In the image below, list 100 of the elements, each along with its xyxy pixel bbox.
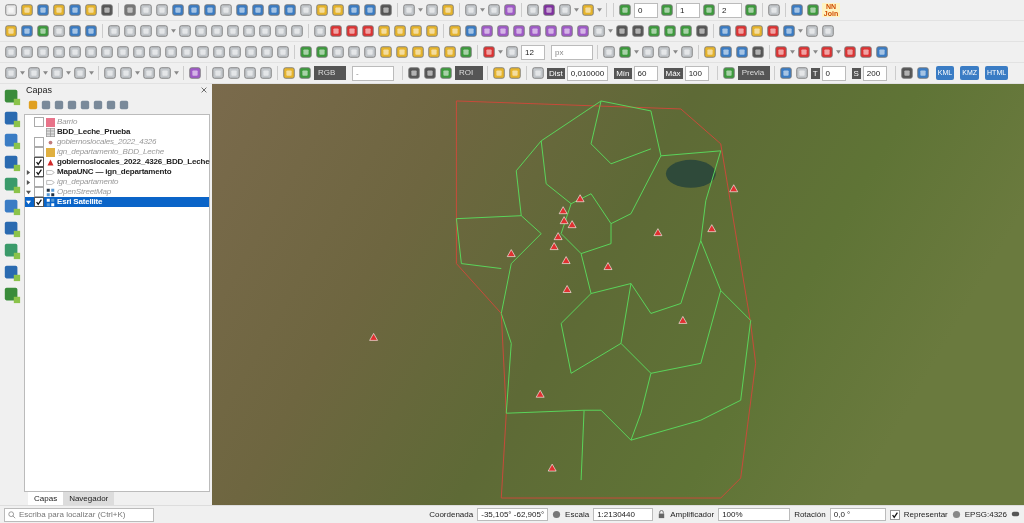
caret-icon[interactable] [813, 50, 818, 54]
render-checkbox[interactable] [889, 509, 900, 520]
tool-icon[interactable] [347, 3, 361, 17]
tool-icon[interactable] [647, 24, 661, 38]
tool-icon[interactable] [299, 45, 313, 59]
tool-icon[interactable] [84, 24, 98, 38]
dropdown[interactable]: px [551, 44, 593, 60]
tool-icon[interactable] [235, 3, 249, 17]
tool-icon[interactable] [482, 45, 496, 59]
tool-icon[interactable] [439, 66, 453, 80]
tool-icon[interactable] [423, 66, 437, 80]
tool-icon[interactable] [721, 66, 736, 80]
tool-icon[interactable] [267, 3, 281, 17]
spin-box[interactable]: 0,010000 [566, 65, 609, 81]
caret-icon[interactable] [135, 71, 140, 75]
add-layer-icon[interactable] [3, 220, 21, 238]
tool-icon[interactable] [695, 24, 709, 38]
tool-icon[interactable] [379, 3, 393, 17]
tool-icon[interactable] [123, 3, 137, 17]
tool-icon[interactable] [188, 66, 202, 80]
tool-icon[interactable] [774, 45, 788, 59]
tool-icon[interactable] [298, 66, 312, 80]
panel-tab[interactable]: Capas [28, 492, 64, 505]
tool-icon[interactable] [734, 24, 748, 38]
caret-icon[interactable] [790, 50, 795, 54]
coordinate-field[interactable]: -35,105° -62,905° [477, 508, 549, 521]
close-icon[interactable] [200, 86, 208, 94]
tool-icon[interactable] [915, 66, 930, 80]
tool-icon[interactable] [36, 3, 50, 17]
spin-box[interactable]: 1 [676, 2, 700, 18]
tool-icon[interactable] [329, 24, 343, 38]
tool-icon[interactable] [778, 66, 793, 80]
add-layer-icon[interactable] [3, 198, 21, 216]
crs-button[interactable]: EPSG:4326 [964, 510, 1007, 519]
tool-icon[interactable] [187, 3, 201, 17]
caret-icon[interactable] [798, 29, 803, 33]
tool-icon[interactable] [702, 3, 716, 17]
caret-icon[interactable] [171, 29, 176, 33]
tool-icon[interactable] [544, 24, 558, 38]
text-field[interactable]: ROI [455, 66, 483, 80]
add-layer-icon[interactable] [3, 110, 21, 128]
visibility-checkbox[interactable] [34, 137, 44, 147]
tool-icon[interactable] [797, 45, 811, 59]
caret-icon[interactable] [597, 8, 602, 12]
caret-icon[interactable] [43, 71, 48, 75]
tool-icon[interactable] [875, 45, 889, 59]
tool-icon[interactable] [618, 3, 632, 17]
caret-icon[interactable] [174, 71, 179, 75]
tool-icon[interactable] [859, 45, 873, 59]
spin-box[interactable]: 200 [862, 65, 887, 81]
tool-icon[interactable] [361, 24, 375, 38]
add-layer-icon[interactable] [3, 286, 21, 304]
tool-icon[interactable] [315, 45, 329, 59]
tool-icon[interactable] [820, 45, 834, 59]
lock-icon[interactable] [657, 510, 667, 519]
tool-icon[interactable] [542, 3, 556, 17]
tool-icon[interactable] [660, 3, 674, 17]
visibility-checkbox[interactable] [34, 177, 44, 187]
tool-icon[interactable] [899, 66, 914, 80]
dropdown[interactable]: Previa [737, 66, 770, 80]
tool-icon[interactable] [679, 24, 693, 38]
tool-icon[interactable] [718, 24, 732, 38]
locator-search-field[interactable]: Escriba para localizar (Ctrl+K) [4, 507, 154, 522]
tool-icon[interactable] [843, 45, 857, 59]
tool-icon[interactable] [503, 3, 517, 17]
tool-icon[interactable] [20, 24, 34, 38]
dropdown[interactable]: - [352, 65, 394, 81]
spin-box[interactable]: 100 [684, 65, 709, 81]
tool-icon[interactable] [203, 3, 217, 17]
caret-icon[interactable] [498, 50, 503, 54]
spin-box[interactable]: 0 [821, 65, 846, 81]
spin-box[interactable]: 0 [634, 2, 658, 18]
add-layer-icon[interactable] [3, 154, 21, 172]
tool-icon[interactable] [806, 3, 820, 17]
tool-icon[interactable] [528, 24, 542, 38]
tool-icon[interactable] [615, 24, 629, 38]
visibility-checkbox[interactable] [34, 187, 44, 197]
caret-icon[interactable] [634, 50, 639, 54]
add-layer-icon[interactable] [3, 242, 21, 260]
tool-icon[interactable] [751, 45, 765, 59]
layer-row[interactable]: BDD_Leche_Prueba [25, 127, 209, 137]
caret-icon[interactable] [608, 29, 613, 33]
add-layer-icon[interactable] [3, 176, 21, 194]
tool-icon[interactable] [576, 24, 590, 38]
tool-icon[interactable] [464, 24, 478, 38]
tool-icon[interactable] [36, 24, 50, 38]
caret-icon[interactable] [574, 8, 579, 12]
visibility-checkbox[interactable] [34, 117, 44, 127]
caret-icon[interactable] [20, 71, 25, 75]
collapse-arrow-icon[interactable] [26, 189, 31, 195]
tool-icon[interactable] [631, 24, 645, 38]
tool-icon[interactable] [618, 45, 632, 59]
tool-icon[interactable] [790, 3, 804, 17]
layer-row[interactable]: gobiernoslocales_2022_4326_BDD_Leche [25, 157, 209, 167]
spin-box[interactable]: 2 [718, 2, 742, 18]
visibility-checkbox[interactable] [34, 197, 44, 207]
panel-tab[interactable]: Navegador [63, 492, 115, 505]
layer-row[interactable]: MapaUNC — ign_departamento [25, 167, 209, 177]
add-layer-icon[interactable] [3, 88, 21, 106]
tool-icon[interactable] [171, 3, 185, 17]
